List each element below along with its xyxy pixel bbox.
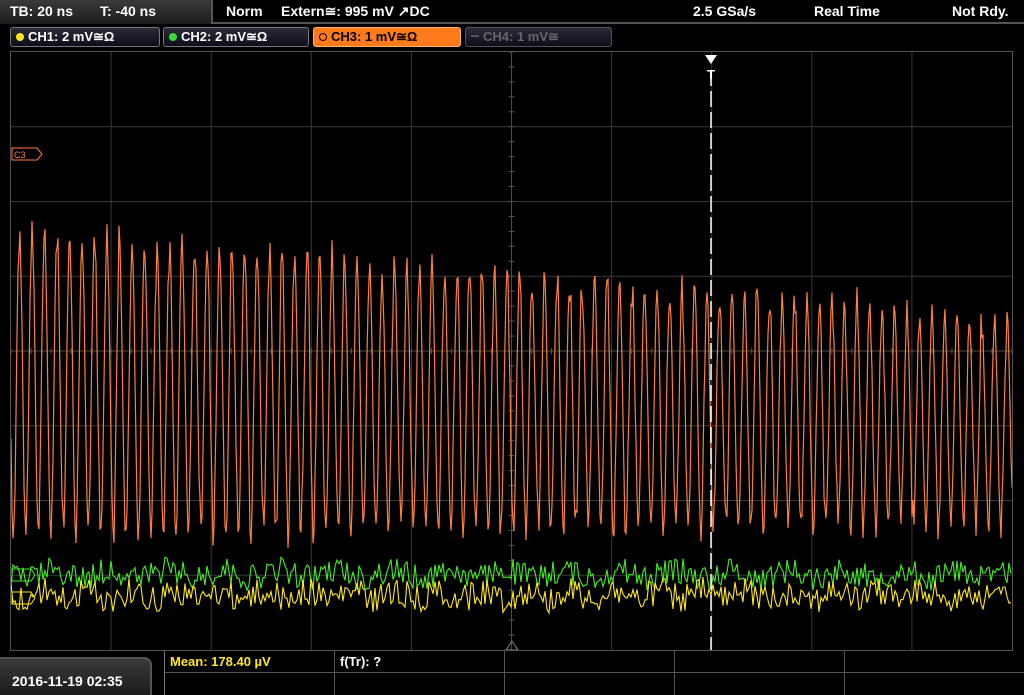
measurement-cell[interactable] xyxy=(505,673,675,695)
divider xyxy=(213,22,1024,24)
channel-3-button[interactable]: CH3: 1 mV≅Ω xyxy=(313,27,461,47)
measurement-panel[interactable]: Mean: 178.40 µV f(Tr): ? xyxy=(164,651,1024,695)
measurement-cell[interactable] xyxy=(165,673,335,695)
trigger-mode[interactable]: Norm xyxy=(226,3,263,19)
measurement-cell[interactable] xyxy=(845,651,1024,673)
channel-4-label: CH4: 1 mV≅ xyxy=(483,29,559,44)
measurement-rise-freq: f(Tr): ? xyxy=(340,654,382,669)
acquisition-status: Not Rdy. xyxy=(952,3,1009,19)
measurement-cell[interactable] xyxy=(675,651,845,673)
trigger-marker-label: T xyxy=(707,67,715,82)
status-bar: TB: 20 ns T: -40 ns Norm Extern≅: 995 mV… xyxy=(0,0,1024,24)
waveform-display[interactable]: T C3 xyxy=(10,51,1013,651)
trigger-arrow-icon xyxy=(705,55,717,64)
channel-3-label: CH3: 1 mV≅Ω xyxy=(331,29,418,44)
measurement-mean: Mean: 178.40 µV xyxy=(170,654,271,669)
datetime-panel: 2016-11-19 02:35 xyxy=(0,657,152,695)
channel-2-button[interactable]: CH2: 2 mV≅Ω xyxy=(163,27,309,47)
channel-2-label: CH2: 2 mV≅Ω xyxy=(181,29,268,44)
channel-4-dash-icon xyxy=(471,35,479,37)
measurement-cell[interactable]: Mean: 178.40 µV xyxy=(165,651,335,673)
trigger-source[interactable]: Extern≅: 995 mV ↗DC xyxy=(281,3,430,20)
channel-1-label: CH1: 2 mV≅Ω xyxy=(28,29,115,44)
channel-2-dot-icon xyxy=(169,33,177,41)
sample-rate: 2.5 GSa/s xyxy=(693,3,757,19)
channel-4-button[interactable]: CH4: 1 mV≅ xyxy=(465,27,612,47)
channel-bar: CH1: 2 mV≅Ω CH2: 2 mV≅Ω CH3: 1 mV≅Ω CH4:… xyxy=(0,25,1024,49)
channel-1-button[interactable]: CH1: 2 mV≅Ω xyxy=(10,27,160,47)
measurement-cell[interactable] xyxy=(675,673,845,695)
channel-1-dot-icon xyxy=(16,33,24,41)
measurement-cell[interactable] xyxy=(505,651,675,673)
bottom-bar: 2016-11-19 02:35 Mean: 178.40 µV f(Tr): … xyxy=(0,651,1024,695)
timebase-panel[interactable]: TB: 20 ns T: -40 ns xyxy=(0,0,213,24)
waveform-canvas: T C3 xyxy=(11,52,1012,650)
channel-3-dot-icon xyxy=(319,33,327,41)
measurement-cell[interactable] xyxy=(845,673,1024,695)
trigger-time-readout: T: -40 ns xyxy=(100,3,157,19)
graticule-grid xyxy=(11,52,1012,650)
acquisition-mode[interactable]: Real Time xyxy=(814,3,880,19)
measurement-cell[interactable] xyxy=(335,673,505,695)
ch3-ref-marker-label: C3 xyxy=(14,150,26,160)
timebase-readout: TB: 20 ns xyxy=(10,3,74,19)
measurement-cell[interactable]: f(Tr): ? xyxy=(335,651,505,673)
datetime: 2016-11-19 02:35 xyxy=(12,673,123,689)
